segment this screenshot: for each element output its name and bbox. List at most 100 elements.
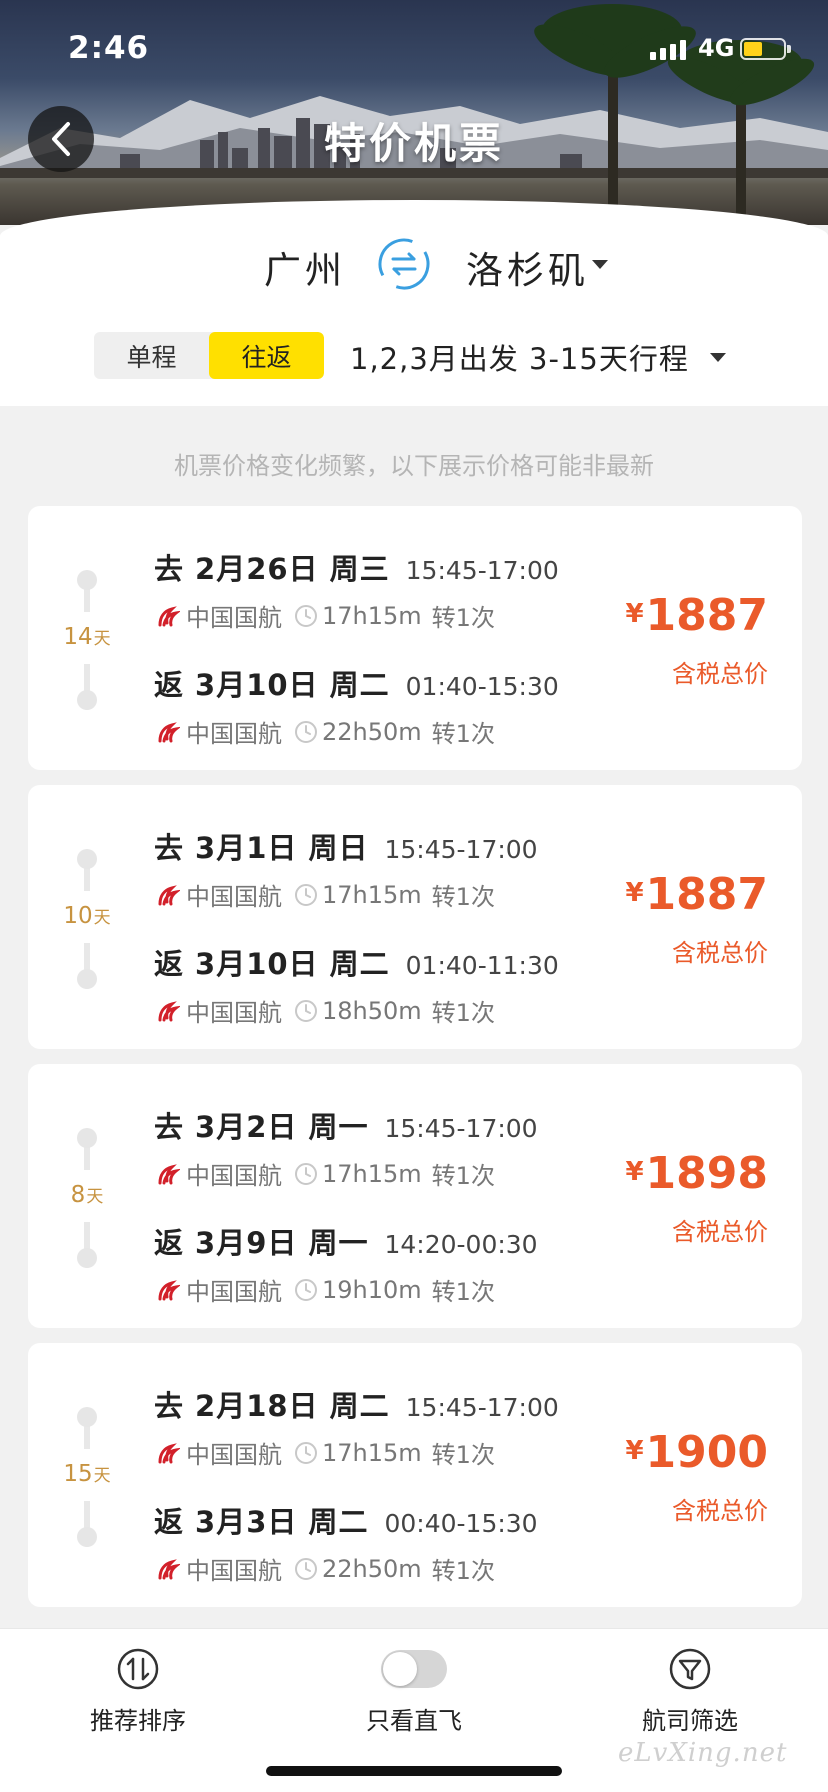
flight-duration: 18h50m [322, 996, 422, 1025]
clock-icon [295, 604, 317, 627]
route-panel: 广州 洛杉矶 单程 往返 1,2,3月出发 3-15天行程 [0, 200, 828, 406]
leg-date: 3月2日 周一 [195, 1110, 369, 1144]
sort-label: 推荐排序 [90, 1707, 186, 1735]
price-notice: 机票价格变化频繁，以下展示价格可能非最新 [174, 452, 654, 480]
clock-icon [295, 883, 317, 906]
leg-direction: 返 [154, 668, 184, 702]
leg-date: 2月18日 周二 [195, 1389, 390, 1423]
sort-button[interactable]: 推荐排序 [48, 1645, 228, 1736]
destination-city[interactable]: 洛杉矶 [466, 240, 589, 294]
leg-time: 01:40-11:30 [405, 951, 559, 980]
leg-time: 14:20-00:30 [384, 1230, 538, 1259]
leg-direction: 去 [154, 1389, 184, 1423]
airline-name: 中国国航 [186, 1557, 282, 1585]
trip-round-trip[interactable]: 往返 [209, 332, 324, 379]
price-note: 含税总价 [672, 1497, 768, 1525]
trip-days-badge: 15 天 [60, 1453, 114, 1497]
clock-icon [295, 1162, 317, 1185]
airline-name: 中国国航 [186, 1278, 282, 1306]
leg-direction: 去 [154, 1110, 184, 1144]
page-title: 特价机票 [323, 119, 504, 168]
price-note: 含税总价 [672, 939, 768, 967]
leg-date: 3月1日 周日 [195, 831, 369, 865]
flight-card[interactable]: 10 天 去 3月1日 周日 15:45-17:00 中国国航 17h15m 转1… [28, 785, 802, 1049]
price: ¥1898 [625, 1148, 768, 1199]
leg-direction: 去 [154, 831, 184, 865]
airline-name: 中国国航 [186, 720, 282, 748]
flight-duration: 22h50m [322, 717, 422, 746]
flight-duration: 17h15m [322, 1159, 422, 1188]
filter-icon [669, 1648, 711, 1690]
price: ¥1887 [625, 590, 768, 641]
status-bar: 2:46 4G [0, 0, 828, 100]
flight-duration: 17h15m [322, 880, 422, 909]
flight-duration: 17h15m [322, 1438, 422, 1467]
leg-direction: 去 [154, 552, 184, 586]
clock-icon [295, 1278, 317, 1301]
transfer-count: 转1次 [431, 720, 495, 748]
air-china-logo-icon [158, 1279, 180, 1300]
flight-duration: 22h50m [322, 1554, 422, 1583]
transfer-count: 转1次 [431, 1162, 495, 1190]
timeline-dot [77, 969, 97, 989]
transfer-count: 转1次 [431, 1557, 495, 1585]
sort-icon [117, 1648, 159, 1690]
direct-only-toggle[interactable]: 只看直飞 [324, 1645, 504, 1736]
origin-city[interactable]: 广州 [264, 240, 346, 294]
air-china-logo-icon [158, 884, 180, 905]
network-type: 4G [698, 34, 735, 62]
timeline-dot [77, 1248, 97, 1268]
date-range-selector[interactable]: 1,2,3月出发 3-15天行程 [350, 336, 689, 378]
caret-down-icon[interactable] [710, 353, 726, 362]
leg-direction: 返 [154, 1226, 184, 1260]
inbound-leg: 返 3月10日 周二 01:40-15:30 中国国航 22h50m 转1次 [154, 662, 559, 749]
leg-direction: 返 [154, 947, 184, 981]
leg-date: 3月10日 周二 [195, 668, 390, 702]
outbound-leg: 去 3月1日 周日 15:45-17:00 中国国航 17h15m 转1次 [154, 825, 538, 912]
clock-icon [295, 720, 317, 743]
airline-name: 中国国航 [186, 999, 282, 1027]
air-china-logo-icon [158, 1442, 180, 1463]
transfer-count: 转1次 [431, 883, 495, 911]
airline-name: 中国国航 [186, 1162, 282, 1190]
leg-time: 15:45-17:00 [405, 1393, 559, 1422]
airline-filter-button[interactable]: 航司筛选 [600, 1645, 780, 1736]
clock-icon [295, 1441, 317, 1464]
airline-name: 中国国航 [186, 1441, 282, 1469]
price: ¥1887 [625, 869, 768, 920]
flight-duration: 17h15m [322, 601, 422, 630]
leg-date: 3月3日 周二 [195, 1505, 369, 1539]
leg-time: 15:45-17:00 [405, 556, 559, 585]
air-china-logo-icon [158, 1000, 180, 1021]
leg-time: 15:45-17:00 [384, 1114, 538, 1143]
timeline-dot [77, 849, 97, 869]
home-indicator[interactable] [266, 1766, 562, 1776]
toggle-switch-icon[interactable] [381, 1650, 447, 1688]
signal-icon [650, 40, 686, 60]
outbound-leg: 去 3月2日 周一 15:45-17:00 中国国航 17h15m 转1次 [154, 1104, 538, 1191]
air-china-logo-icon [158, 605, 180, 626]
trip-one-way[interactable]: 单程 [94, 332, 209, 379]
leg-direction: 返 [154, 1505, 184, 1539]
timeline-dot [77, 1527, 97, 1547]
flight-card[interactable]: 15 天 去 2月18日 周二 15:45-17:00 中国国航 17h15m 转… [28, 1343, 802, 1607]
outbound-leg: 去 2月18日 周二 15:45-17:00 中国国航 17h15m 转1次 [154, 1383, 559, 1470]
inbound-leg: 返 3月3日 周二 00:40-15:30 中国国航 22h50m 转1次 [154, 1499, 538, 1586]
trip-type-toggle[interactable]: 单程 往返 [94, 332, 324, 379]
trip-days-badge: 10 天 [60, 895, 114, 939]
flight-card[interactable]: 14 天 去 2月26日 周三 15:45-17:00 中国国航 17h15m 转… [28, 506, 802, 770]
flight-card[interactable]: 8天 去 3月2日 周一 15:45-17:00 中国国航 17h15m 转1次… [28, 1064, 802, 1328]
inbound-leg: 返 3月10日 周二 01:40-11:30 中国国航 18h50m 转1次 [154, 941, 559, 1028]
trip-days-badge: 14 天 [60, 616, 114, 660]
airline-name: 中国国航 [186, 604, 282, 632]
transfer-count: 转1次 [431, 999, 495, 1027]
air-china-logo-icon [158, 1163, 180, 1184]
swap-arrows-icon[interactable] [376, 236, 432, 292]
direct-only-label: 只看直飞 [366, 1707, 462, 1735]
transfer-count: 转1次 [431, 1278, 495, 1306]
airline-name: 中国国航 [186, 883, 282, 911]
leg-date: 3月9日 周一 [195, 1226, 369, 1260]
price-note: 含税总价 [672, 660, 768, 688]
caret-down-icon[interactable] [592, 260, 608, 269]
leg-date: 2月26日 周三 [195, 552, 390, 586]
